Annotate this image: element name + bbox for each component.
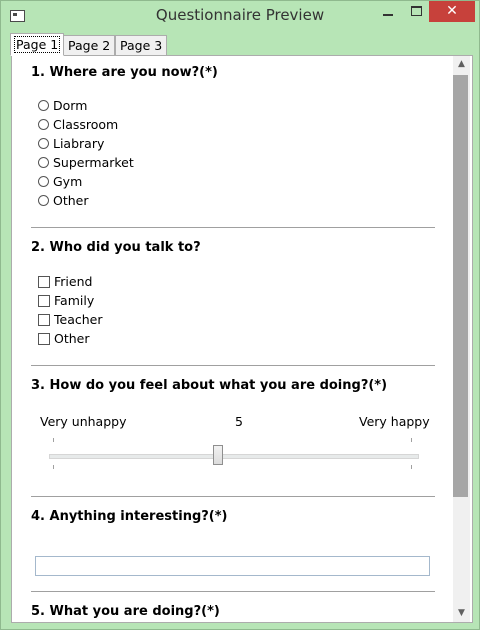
question-2-title: 2. Who did you talk to? (31, 240, 201, 255)
checkbox[interactable] (38, 332, 50, 345)
question-separator (31, 591, 435, 592)
scroll-down-icon[interactable]: ▼ (453, 605, 470, 622)
q2-option-friend[interactable]: Friend (38, 272, 92, 291)
tab-page-2-label: Page 2 (68, 38, 111, 53)
close-button[interactable]: ✕ (429, 1, 475, 22)
slider-tick-min (53, 438, 54, 442)
q2-option-teacher[interactable]: Teacher (38, 310, 103, 329)
radio-button[interactable] (38, 138, 49, 149)
slider-tick-max (411, 465, 412, 469)
checkbox[interactable] (38, 275, 50, 288)
q2-option-family[interactable]: Family (38, 291, 94, 310)
q1-option-other[interactable]: Other (38, 191, 89, 210)
option-label: Liabrary (53, 136, 105, 151)
q1-option-gym[interactable]: Gym (38, 172, 82, 191)
option-label: Friend (54, 274, 93, 289)
close-icon: ✕ (446, 3, 458, 19)
option-label: Supermarket (53, 155, 134, 170)
option-label: Dorm (53, 98, 88, 113)
option-label: Family (54, 293, 95, 308)
tab-page-3[interactable]: Page 3 (115, 35, 168, 56)
checkbox[interactable] (38, 313, 50, 326)
slider-value-label: 5 (235, 414, 243, 429)
vertical-scrollbar[interactable]: ▲ ▼ (453, 56, 470, 622)
question-4-title: 4. Anything interesting?(*) (31, 509, 228, 524)
tab-page-1-label: Page 1 (13, 36, 61, 53)
questionnaire-content: 1. Where are you now?(*) Dorm Classroom … (12, 56, 453, 622)
q1-option-dorm[interactable]: Dorm (38, 96, 87, 115)
mood-slider-track[interactable] (49, 454, 419, 459)
question-separator (31, 227, 435, 228)
title-bar[interactable]: Questionnaire Preview ✕ (1, 1, 479, 31)
slider-max-label: Very happy (359, 414, 430, 429)
q2-option-other[interactable]: Other (38, 329, 90, 348)
tab-content-pane: 1. Where are you now?(*) Dorm Classroom … (11, 55, 473, 623)
mood-slider-thumb[interactable] (212, 445, 223, 465)
option-label: Gym (53, 174, 83, 189)
question-3-title: 3. How do you feel about what you are do… (31, 378, 388, 393)
questionnaire-window: Questionnaire Preview ✕ Page 1 Page 2 Pa… (0, 0, 480, 630)
radio-button[interactable] (38, 157, 49, 168)
tab-page-1[interactable]: Page 1 (10, 33, 65, 56)
radio-button[interactable] (38, 176, 49, 187)
radio-button[interactable] (38, 100, 49, 111)
checkbox[interactable] (38, 294, 50, 307)
q1-option-supermarket[interactable]: Supermarket (38, 153, 134, 172)
slider-tick-min (53, 465, 54, 469)
scrollbar-thumb[interactable] (453, 75, 468, 497)
option-label: Other (53, 193, 89, 208)
option-label: Teacher (54, 312, 103, 327)
option-label: Classroom (53, 117, 119, 132)
question-5-title: 5. What you are doing?(*) (31, 604, 220, 619)
question-separator (31, 496, 435, 497)
question-1-title: 1. Where are you now?(*) (31, 65, 218, 80)
option-label: Other (54, 331, 90, 346)
q1-option-classroom[interactable]: Classroom (38, 115, 118, 134)
tab-page-2[interactable]: Page 2 (63, 35, 116, 56)
slider-tick-max (411, 438, 412, 442)
question-separator (31, 365, 435, 366)
radio-button[interactable] (38, 195, 49, 206)
scroll-up-icon[interactable]: ▲ (453, 56, 470, 73)
q1-option-library[interactable]: Liabrary (38, 134, 104, 153)
tab-page-3-label: Page 3 (120, 38, 163, 53)
radio-button[interactable] (38, 119, 49, 130)
slider-min-label: Very unhappy (40, 414, 127, 429)
interesting-text-input[interactable] (35, 556, 430, 576)
